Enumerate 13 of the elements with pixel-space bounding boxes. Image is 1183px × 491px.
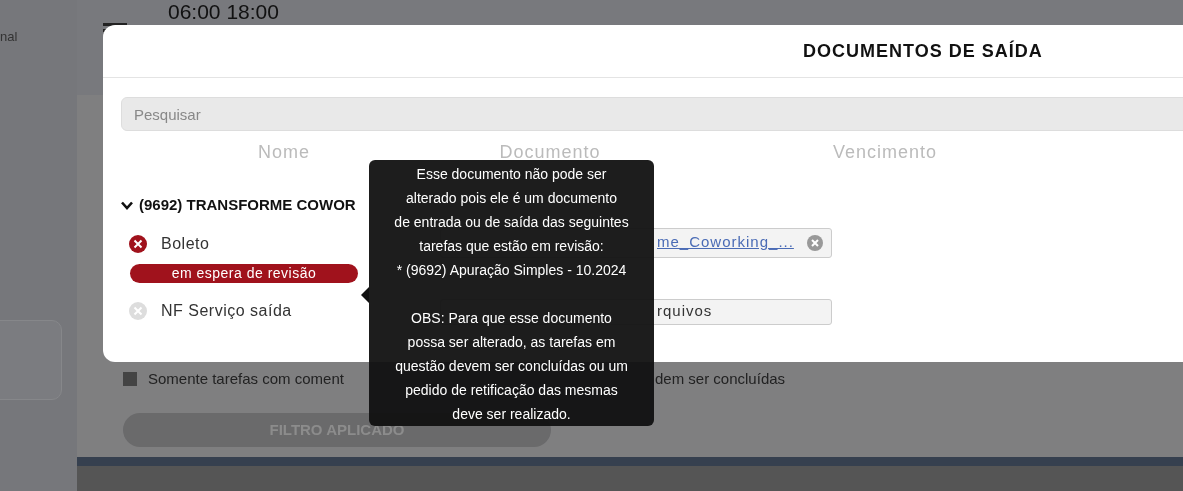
time-range: 06:00 18:00 — [168, 1, 279, 23]
filter-label: dem ser concluídas — [655, 369, 786, 389]
filter-label: Somente tarefas com coment — [148, 369, 344, 389]
group-title: (9692) TRANSFORME COWOR — [139, 195, 356, 215]
modal-title: DOCUMENTOS DE SAÍDA — [803, 39, 1043, 63]
document-name: NF Serviço saída — [161, 300, 292, 321]
column-header: Vencimento — [831, 141, 939, 164]
column-header: Documento — [498, 141, 602, 164]
tooltip-text: Esse documento não pode ser alterado pois ele é um documento de entrada ou de saída das seguintes tarefas que estão em revisão: * (9692) Apuração Simples - 10.2024 — [393, 165, 630, 280]
column-header: Nome — [257, 141, 311, 164]
sidebar-label: nal — [0, 28, 18, 46]
document-name: Boleto — [161, 233, 210, 254]
status-badge: em espera de revisão — [130, 263, 358, 283]
